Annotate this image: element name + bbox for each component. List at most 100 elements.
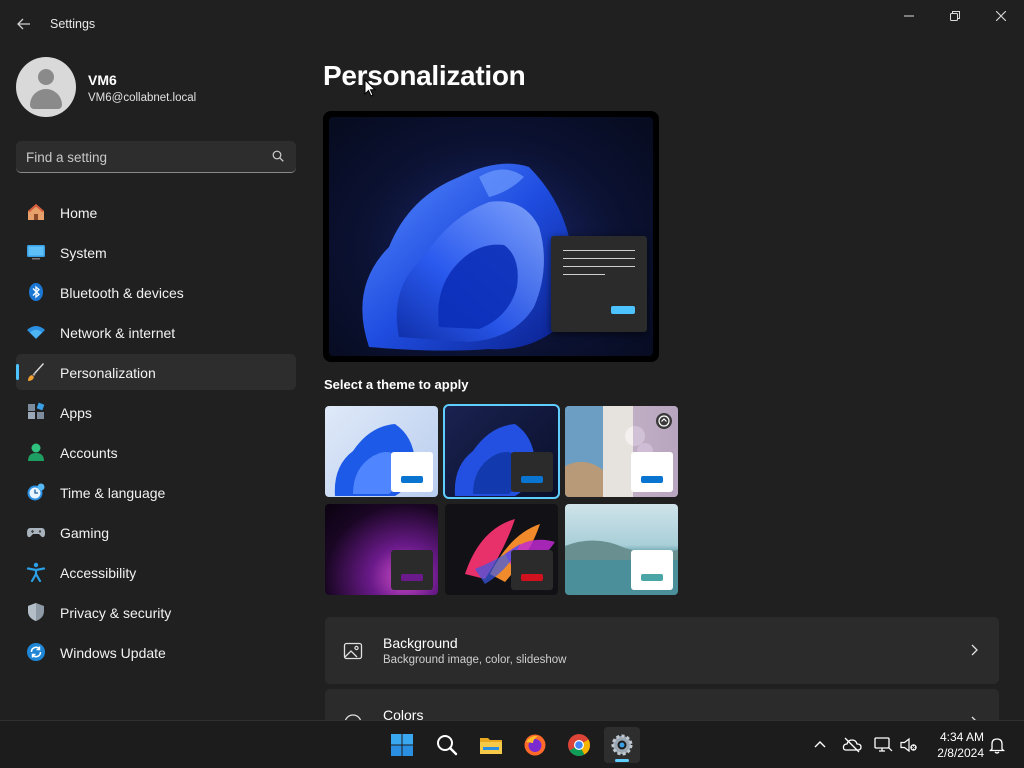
card-title: Background — [383, 635, 458, 651]
preview-window — [551, 236, 647, 332]
theme-accent-swatch — [401, 476, 423, 483]
sidebar-item-label: Privacy & security — [60, 605, 172, 621]
theme-preview — [323, 111, 659, 362]
theme-window-preview — [631, 452, 673, 492]
clock-globe-icon — [27, 483, 45, 501]
avatar-head-icon — [38, 69, 54, 85]
home-icon — [28, 204, 44, 220]
settings-taskbar-button[interactable] — [604, 727, 640, 763]
sidebar-item-bluetooth[interactable]: Bluetooth & devices — [16, 274, 296, 310]
theme-flow[interactable] — [565, 504, 678, 595]
start-icon — [391, 734, 413, 756]
app-title: Settings — [50, 17, 96, 31]
sidebar-item-accounts[interactable]: Accounts — [16, 434, 296, 470]
sidebar-item-apps[interactable]: Apps — [16, 394, 296, 430]
theme-accent-swatch — [641, 476, 663, 483]
back-arrow-icon — [17, 18, 30, 30]
theme-light-bloom[interactable] — [325, 406, 438, 497]
back-button[interactable] — [10, 10, 38, 38]
sidebar-item-label: Home — [60, 205, 98, 221]
preview-text-line — [563, 274, 605, 275]
search-icon[interactable] — [272, 150, 284, 162]
page-title: Personalization — [323, 60, 526, 91]
card-subtitle: Background image, color, slideshow — [383, 654, 567, 666]
sidebar-item-label: System — [60, 245, 107, 261]
avatar-body-icon — [30, 89, 62, 109]
restore-button[interactable] — [932, 0, 978, 32]
chevron-up-icon[interactable] — [810, 735, 830, 755]
theme-accent-swatch — [401, 574, 423, 581]
sidebar-item-network[interactable]: Network & internet — [16, 314, 296, 350]
sidebar-item-label: Accessibility — [60, 565, 137, 581]
theme-glow[interactable] — [325, 504, 438, 595]
chrome-icon — [568, 734, 590, 756]
minimize-icon — [904, 15, 914, 17]
theme-section-label: Select a theme to apply — [324, 377, 469, 392]
taskbar-clock[interactable]: 4:34 AM 2/8/2024 — [928, 729, 984, 761]
preview-text-line — [563, 258, 635, 259]
search-input[interactable] — [26, 147, 256, 167]
sidebar-item-time-language[interactable]: Time & language — [16, 474, 296, 510]
notification-bell-icon[interactable] — [987, 735, 1007, 755]
taskbar-search-button[interactable] — [429, 727, 465, 763]
sidebar-item-label: Network & internet — [60, 325, 176, 341]
active-app-indicator — [615, 759, 629, 762]
sidebar-item-privacy-security[interactable]: Privacy & security — [16, 594, 296, 630]
sidebar-item-label: Time & language — [60, 485, 166, 501]
update-icon — [27, 643, 45, 661]
firefox-button[interactable] — [517, 727, 553, 763]
onedrive-offline-icon[interactable] — [842, 735, 862, 755]
search-box[interactable] — [16, 141, 296, 173]
search-icon — [437, 735, 458, 756]
clock-date: 2/8/2024 — [937, 746, 984, 760]
theme-accent-swatch — [521, 476, 543, 483]
sidebar-item-label: Windows Update — [60, 645, 166, 661]
minimize-button[interactable] — [886, 0, 932, 32]
speaker-muted-icon[interactable] — [899, 735, 919, 755]
sidebar-item-windows-update[interactable]: Windows Update — [16, 634, 296, 670]
sidebar-item-personalization[interactable]: Personalization — [16, 354, 296, 390]
theme-window-preview — [631, 550, 673, 590]
sidebar-nav: Home System Bluetooth & devices Network … — [16, 194, 296, 674]
file-explorer-button[interactable] — [473, 727, 509, 763]
background-setting-card[interactable]: Background Background image, color, slid… — [325, 617, 999, 684]
sidebar-item-system[interactable]: System — [16, 234, 296, 270]
close-icon — [996, 11, 1006, 21]
preview-text-line — [563, 266, 635, 267]
mouse-cursor-icon — [364, 79, 376, 97]
network-icon[interactable] — [873, 735, 893, 755]
theme-window-preview — [511, 550, 553, 590]
sidebar-item-gaming[interactable]: Gaming — [16, 514, 296, 550]
taskbar: 4:34 AM 2/8/2024 — [0, 720, 1024, 768]
image-icon — [343, 642, 363, 660]
restore-icon — [950, 11, 960, 21]
close-button[interactable] — [978, 0, 1024, 32]
paintbrush-icon — [28, 363, 44, 381]
theme-accent-swatch — [641, 574, 663, 581]
system-icon — [27, 245, 45, 260]
apps-icon — [28, 402, 45, 419]
shield-icon — [28, 603, 44, 621]
theme-accent-swatch — [521, 574, 543, 581]
bluetooth-icon — [29, 283, 43, 301]
user-email: VM6@collabnet.local — [88, 92, 197, 104]
theme-window-preview — [391, 550, 433, 590]
settings-icon — [611, 734, 633, 756]
wifi-icon — [27, 326, 45, 339]
theme-spotlight[interactable] — [565, 406, 678, 497]
start-button[interactable] — [384, 727, 420, 763]
chrome-button[interactable] — [561, 727, 597, 763]
clock-time: 4:34 AM — [939, 730, 984, 744]
sidebar-item-home[interactable]: Home — [16, 194, 296, 230]
theme-window-preview — [391, 452, 433, 492]
avatar[interactable] — [16, 57, 76, 117]
preview-wallpaper — [329, 117, 653, 356]
theme-dark-bloom[interactable] — [443, 404, 560, 499]
spotlight-badge-icon — [656, 413, 672, 429]
title-bar: Settings — [0, 0, 1024, 48]
user-name: VM6 — [88, 72, 117, 88]
theme-captured-motion[interactable] — [445, 504, 558, 595]
preview-text-line — [563, 250, 635, 251]
sidebar-item-accessibility[interactable]: Accessibility — [16, 554, 296, 590]
chevron-right-icon — [971, 644, 978, 656]
